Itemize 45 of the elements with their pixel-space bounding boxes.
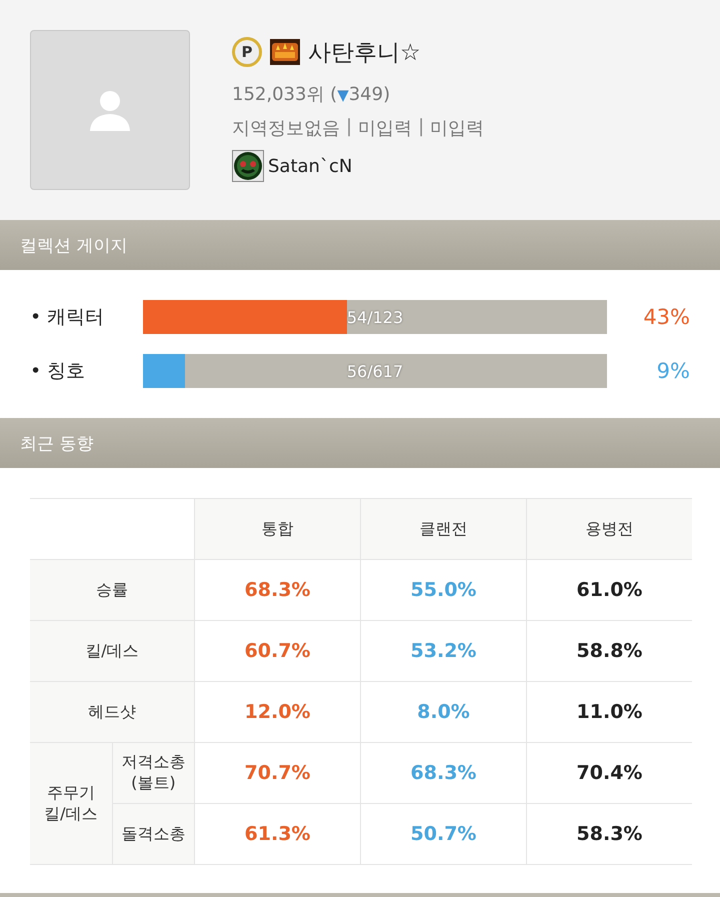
section-title: 최근 동향 — [20, 432, 94, 454]
rank-emblem-icon — [270, 39, 300, 65]
gauge-label: • 캐릭터 — [30, 305, 106, 330]
table-cell: 53.2% — [360, 620, 526, 682]
rank-change: 349) — [348, 84, 390, 105]
table-cell: 58.8% — [526, 620, 692, 682]
rank-text: 152,033위 ( — [232, 84, 338, 105]
table-cell: 68.3% — [194, 560, 360, 620]
table-cell: 55.0% — [360, 560, 526, 620]
column-header: 용병전 — [526, 498, 692, 560]
row-label: 돌격소총 — [112, 804, 194, 864]
progress-count: 54/123 — [346, 306, 404, 328]
separator-text: | — [418, 116, 424, 139]
table-cell: 60.7% — [194, 620, 360, 682]
separator-text: | — [346, 116, 352, 139]
location-text: 미입력 — [358, 117, 412, 140]
row-label: 승률 — [30, 560, 194, 620]
location-text: 미입력 — [430, 117, 484, 140]
table-cell: 70.7% — [194, 742, 360, 804]
location-text: 지역정보없음 — [232, 117, 340, 140]
clan-name: Satan`cN — [268, 156, 352, 176]
column-header: 클랜전 — [360, 498, 526, 560]
section-title: 컬렉션 게이지 — [20, 234, 128, 256]
nickname: 사탄후니☆ — [308, 38, 421, 68]
table-cell: 61.3% — [194, 804, 360, 864]
premium-badge: P — [232, 37, 262, 67]
table-cell: 61.0% — [526, 560, 692, 620]
down-arrow-icon: ▼ — [337, 86, 349, 104]
table-cell: 50.7% — [360, 804, 526, 864]
column-header: 통합 — [194, 498, 360, 560]
clan-emblem-icon — [232, 150, 264, 182]
row-label: 저격소총 (볼트) — [112, 742, 194, 804]
row-label: 헤드샷 — [30, 682, 194, 742]
table-cell: 8.0% — [360, 682, 526, 742]
table-cell: 58.3% — [526, 804, 692, 864]
percent-text: 43% — [643, 305, 690, 329]
group-label: 주무기 킬/데스 — [30, 742, 112, 864]
table-cell: 70.4% — [526, 742, 692, 804]
row-label: 킬/데스 — [30, 620, 194, 682]
table-cell: 68.3% — [360, 742, 526, 804]
percent-text: 9% — [656, 359, 690, 383]
table-cell: 12.0% — [194, 682, 360, 742]
progress-count: 56/617 — [346, 360, 404, 382]
table-cell: 11.0% — [526, 682, 692, 742]
gauge-label: • 칭호 — [30, 359, 86, 384]
